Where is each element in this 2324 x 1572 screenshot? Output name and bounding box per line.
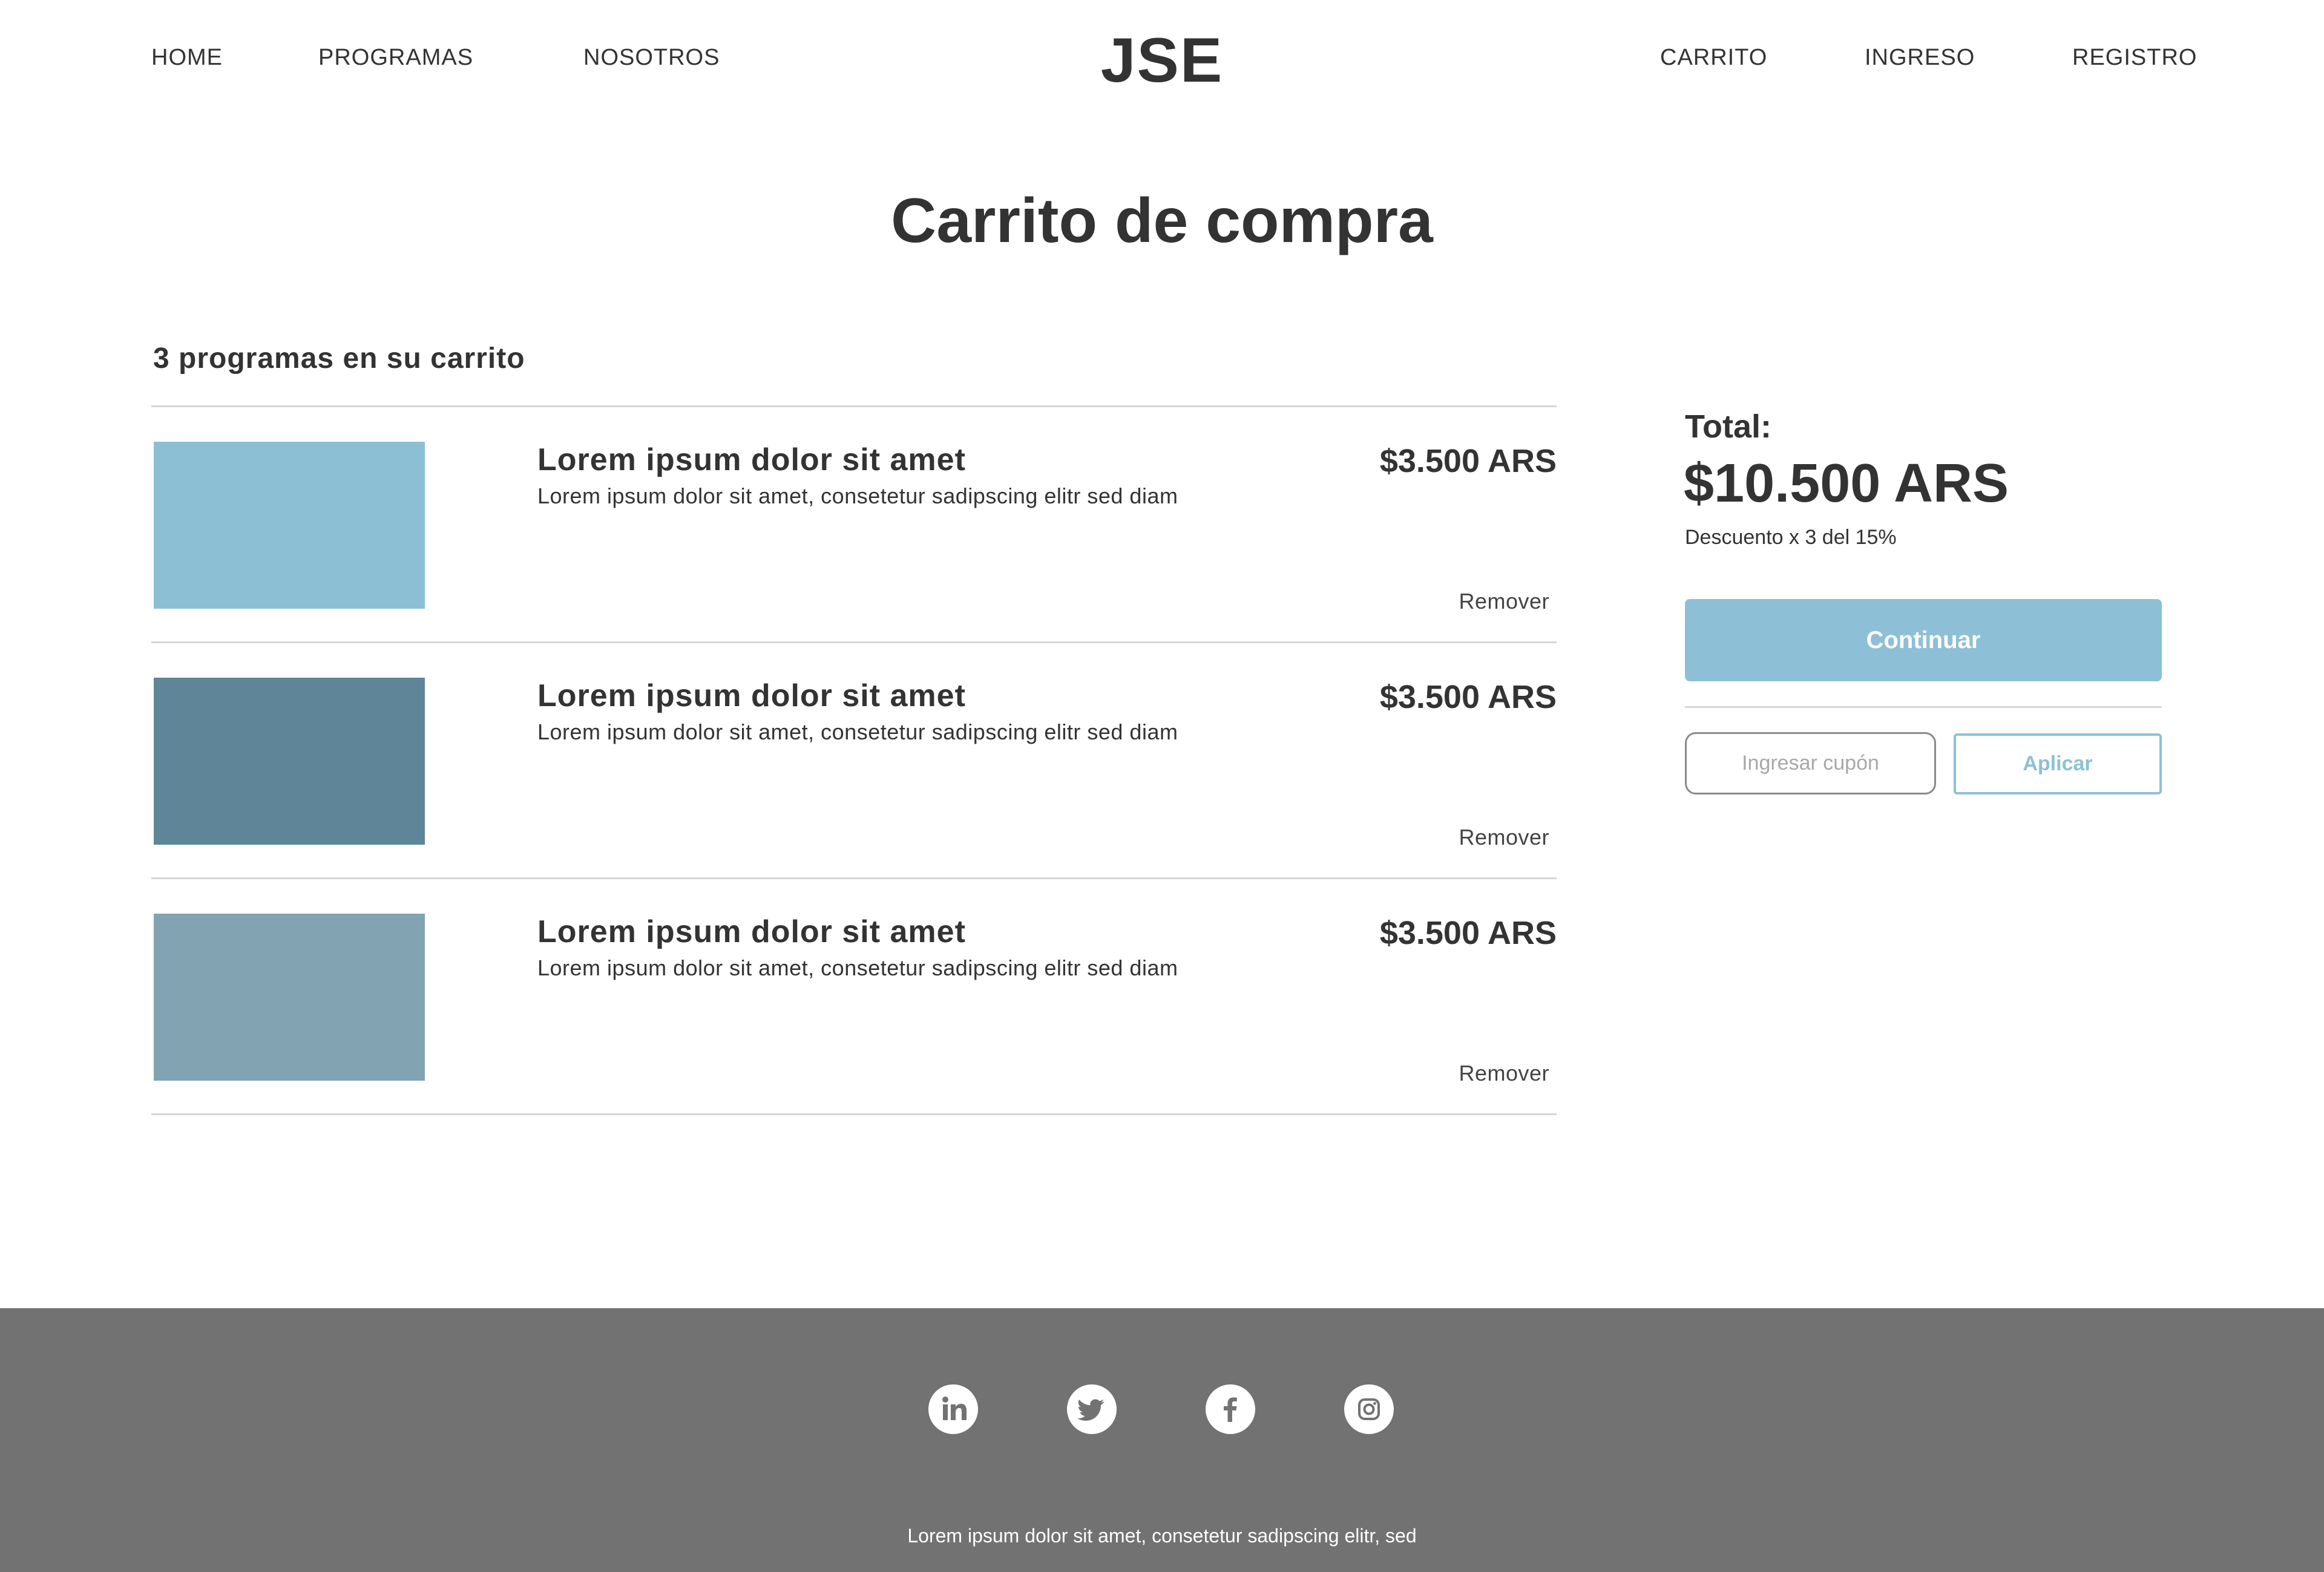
- summary-divider: [1685, 706, 2162, 708]
- item-price: $3.500 ARS: [1379, 443, 1557, 479]
- item-title[interactable]: Lorem ipsum dolor sit amet: [537, 912, 966, 951]
- remove-item-link[interactable]: Remover: [1459, 824, 1549, 851]
- footer-text: Lorem ipsum dolor sit amet, consetetur s…: [907, 1525, 1417, 1547]
- continue-button[interactable]: Continuar: [1685, 599, 2162, 681]
- item-thumbnail[interactable]: [154, 678, 425, 845]
- item-title[interactable]: Lorem ipsum dolor sit amet: [537, 676, 966, 715]
- cart-item: Lorem ipsum dolor sit amet Lorem ipsum d…: [151, 879, 1557, 1115]
- discount-note: Descuento x 3 del 15%: [1685, 526, 1897, 549]
- item-price: $3.500 ARS: [1379, 915, 1557, 951]
- cart-count-heading: 3 programas en su carrito: [153, 342, 525, 375]
- item-description: Lorem ipsum dolor sit amet, consetetur s…: [537, 483, 1178, 508]
- nav-registro-link[interactable]: REGISTRO: [2072, 44, 2197, 71]
- page-title: Carrito de compra: [891, 186, 1433, 256]
- remove-item-link[interactable]: Remover: [1459, 588, 1549, 615]
- apply-coupon-button[interactable]: Aplicar: [1954, 733, 2162, 794]
- nav-carrito-link[interactable]: CARRITO: [1660, 44, 1767, 71]
- nav-ingreso-link[interactable]: INGRESO: [1865, 44, 1975, 71]
- item-description: Lorem ipsum dolor sit amet, consetetur s…: [537, 955, 1178, 980]
- cart-divider: [151, 1113, 1557, 1115]
- item-description: Lorem ipsum dolor sit amet, consetetur s…: [537, 719, 1178, 744]
- total-amount: $10.500 ARS: [1684, 453, 2009, 514]
- remove-item-link[interactable]: Remover: [1459, 1060, 1549, 1087]
- twitter-icon[interactable]: [1067, 1384, 1117, 1434]
- site-header: HOME PROGRAMAS NOSOTROS JSE CARRITO INGR…: [0, 0, 2324, 115]
- site-logo[interactable]: JSE: [0, 24, 2324, 97]
- total-label: Total:: [1685, 408, 1771, 445]
- item-price: $3.500 ARS: [1379, 679, 1557, 715]
- item-title[interactable]: Lorem ipsum dolor sit amet: [537, 440, 966, 479]
- linkedin-icon[interactable]: [928, 1384, 978, 1434]
- cart-item: Lorem ipsum dolor sit amet Lorem ipsum d…: [151, 643, 1557, 879]
- item-thumbnail[interactable]: [154, 914, 425, 1081]
- facebook-icon[interactable]: [1206, 1384, 1255, 1434]
- site-footer: Lorem ipsum dolor sit amet, consetetur s…: [0, 1308, 2324, 1572]
- instagram-icon[interactable]: [1344, 1384, 1394, 1434]
- cart-item: Lorem ipsum dolor sit amet Lorem ipsum d…: [151, 407, 1557, 643]
- coupon-input[interactable]: [1685, 732, 1936, 794]
- item-thumbnail[interactable]: [154, 442, 425, 609]
